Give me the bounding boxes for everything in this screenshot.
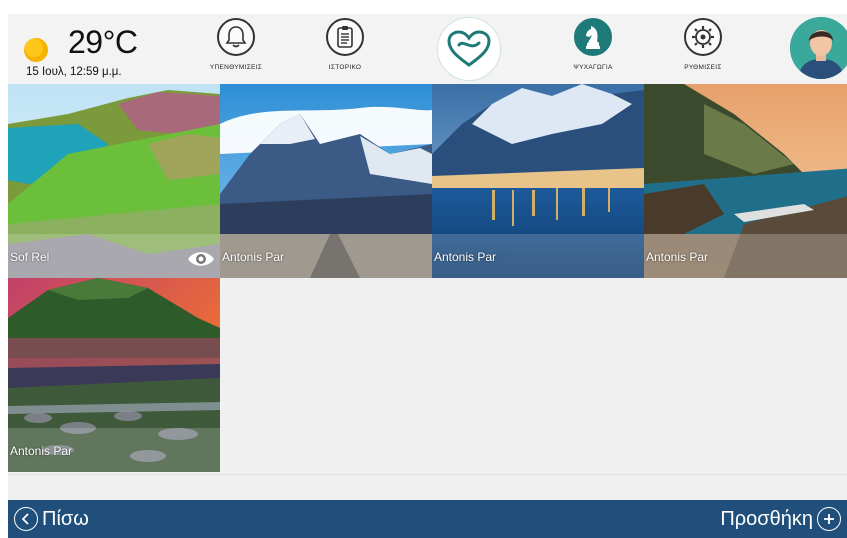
bell-icon [217,18,255,56]
photo-tile[interactable]: Antonis Par [644,84,847,278]
app-window: 29°C 15 Ιουλ, 12:59 μ.μ. ΥΠΕΝΘΥΜΙΣΕΙΣ ΙΣ… [8,14,847,538]
nav-reminders[interactable]: ΥΠΕΝΘΥΜΙΣΕΙΣ [191,18,281,80]
back-label: Πίσω [42,507,89,530]
divider [8,474,847,475]
photo-author: Sof Rel [10,250,50,264]
nav-entertainment[interactable]: ΨΥΧΑΓΩΓΙΑ [548,18,638,80]
add-label: Προσθήκη [720,507,813,530]
chess-knight-icon [574,18,612,56]
user-avatar-icon[interactable] [790,17,847,79]
gear-icon [684,18,722,56]
weather-widget: 29°C 15 Ιουλ, 12:59 μ.μ. [16,22,196,82]
chevron-left-icon [14,507,38,531]
nav-label: ΙΣΤΟΡΙΚΟ [328,64,362,71]
back-button[interactable]: Πίσω [14,505,89,533]
temperature: 29°C [68,24,138,60]
nav-settings[interactable]: ΡΥΘΜΙΣΕΙΣ [658,18,748,80]
photo-tile[interactable]: Antonis Par [432,84,644,278]
photo-tile[interactable]: Antonis Par [8,278,220,472]
date-time: 15 Ιουλ, 12:59 μ.μ. [26,66,122,78]
photo-author: Antonis Par [434,250,497,264]
add-button[interactable]: Προσθήκη [720,505,841,533]
top-bar: 29°C 15 Ιουλ, 12:59 μ.μ. ΥΠΕΝΘΥΜΙΣΕΙΣ ΙΣ… [8,14,847,84]
photo-author: Antonis Par [646,250,709,264]
sun-icon [24,38,48,62]
nav-history[interactable]: ΙΣΤΟΡΙΚΟ [300,18,390,80]
nav-label: ΨΥΧΑΓΩΓΙΑ [573,64,613,71]
clipboard-icon [326,18,364,56]
eye-icon[interactable] [186,248,216,270]
photo-author: Antonis Par [222,250,285,264]
photo-tile[interactable]: Antonis Par [220,84,432,278]
photo-author: Antonis Par [10,444,73,458]
nav-label: ΡΥΘΜΙΣΕΙΣ [684,64,722,71]
plus-icon [817,507,841,531]
photo-gallery: Sof Rel Antonis Par Antonis Par Antonis … [8,84,847,474]
heart-logo-icon[interactable] [437,17,501,81]
nav-label: ΥΠΕΝΘΥΜΙΣΕΙΣ [209,64,263,71]
bottom-bar: Πίσω Προσθήκη [8,500,847,538]
photo-tile[interactable]: Sof Rel [8,84,220,278]
